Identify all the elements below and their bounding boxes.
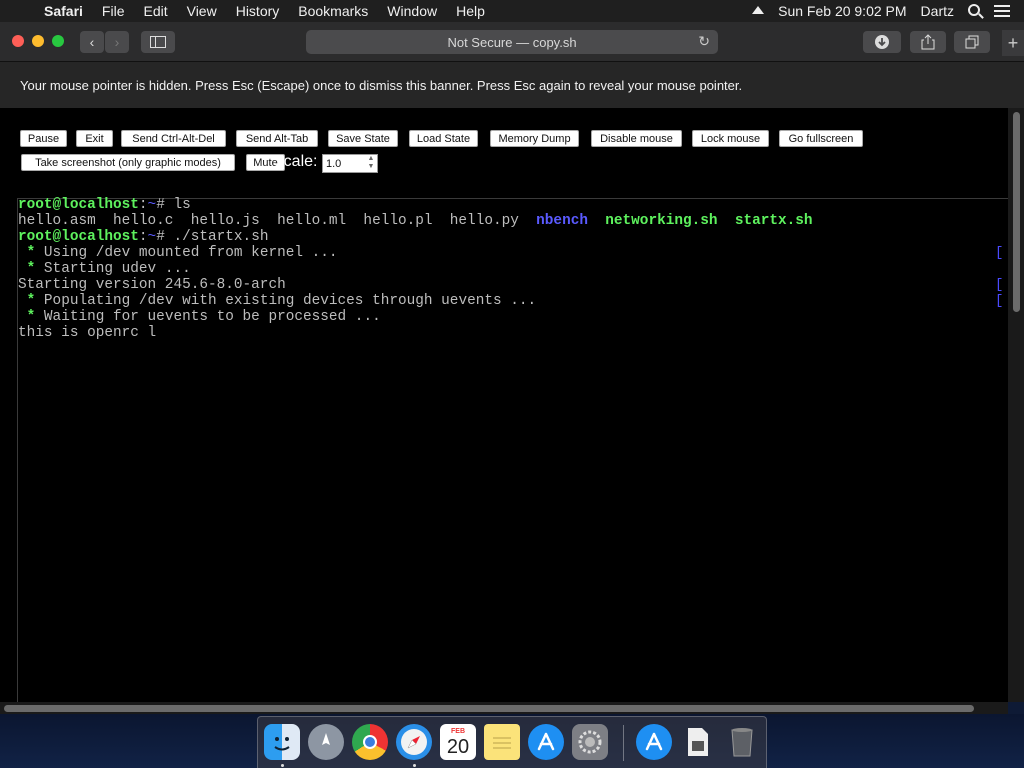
tab-overview-button[interactable] xyxy=(954,31,990,53)
prompt-host: root@localhost xyxy=(18,197,139,213)
vertical-scroll-thumb[interactable] xyxy=(1013,112,1020,312)
terminal-line-3: root@localhost:~# ./startx.sh xyxy=(18,229,269,245)
dock: FEB 20 xyxy=(257,716,767,768)
calendar-month: FEB xyxy=(451,727,465,735)
plus-icon: + xyxy=(1007,32,1019,53)
calendar-icon[interactable]: FEB 20 xyxy=(440,724,476,760)
launchpad-icon[interactable] xyxy=(308,724,344,760)
menu-bar: Safari File Edit View History Bookmarks … xyxy=(0,0,1024,22)
file-list: hello.asm hello.c hello.js hello.ml hell… xyxy=(18,213,537,229)
pause-button[interactable]: Pause xyxy=(20,130,67,147)
share-button[interactable] xyxy=(910,31,946,53)
menu-window[interactable]: Window xyxy=(387,3,437,19)
menu-history[interactable]: History xyxy=(236,3,280,19)
menu-edit[interactable]: Edit xyxy=(143,3,167,19)
back-button[interactable]: ‹ xyxy=(80,31,104,53)
status-bracket: [ xyxy=(995,277,1004,293)
take-screenshot-button[interactable]: Take screenshot (only graphic modes) xyxy=(21,154,235,171)
sidebar-toggle-button[interactable] xyxy=(141,31,175,53)
disable-mouse-button[interactable]: Disable mouse xyxy=(591,130,682,147)
app-store-icon[interactable] xyxy=(528,724,564,760)
terminal-line-5: * Starting udev ... xyxy=(18,261,191,277)
terminal-line-7: * Populating /dev with existing devices … xyxy=(18,293,1004,309)
address-text: Not Secure — copy.sh xyxy=(447,34,577,50)
eject-icon[interactable] xyxy=(752,6,765,14)
dir-nbench: nbench xyxy=(536,213,588,229)
minimize-window-button[interactable] xyxy=(32,35,44,47)
save-state-button[interactable]: Save State xyxy=(328,130,398,147)
chevron-right-icon: › xyxy=(114,34,120,50)
calendar-day: 20 xyxy=(446,735,470,758)
close-window-button[interactable] xyxy=(12,35,24,47)
menu-clock[interactable]: Sun Feb 20 9:02 PM xyxy=(778,3,906,19)
trash-icon[interactable] xyxy=(724,724,760,760)
lock-mouse-button[interactable]: Lock mouse xyxy=(692,130,769,147)
terminal-output: root@localhost:~# ls hello.asm hello.c he… xyxy=(18,197,1008,341)
terminal-line-1: root@localhost:~# ls xyxy=(18,197,191,213)
finder-running-dot xyxy=(281,764,284,767)
finder-icon[interactable] xyxy=(264,724,300,760)
menu-user[interactable]: Dartz xyxy=(921,3,954,19)
dock-separator xyxy=(623,725,624,761)
exit-button[interactable]: Exit xyxy=(76,130,113,147)
menu-view[interactable]: View xyxy=(187,3,217,19)
menu-app-name[interactable]: Safari xyxy=(44,3,83,19)
chevron-left-icon: ‹ xyxy=(89,34,95,50)
memory-dump-button[interactable]: Memory Dump xyxy=(490,130,579,147)
menu-file[interactable]: File xyxy=(102,3,125,19)
command-startx: ./startx.sh xyxy=(173,229,269,245)
exec-networking: networking.sh xyxy=(605,213,718,229)
download-icon xyxy=(875,35,889,49)
load-state-button[interactable]: Load State xyxy=(409,130,478,147)
document-stack-icon[interactable] xyxy=(680,724,716,760)
safari-icon[interactable] xyxy=(396,724,432,760)
send-alt-tab-button[interactable]: Send Alt-Tab xyxy=(236,130,318,147)
browser-toolbar: ‹ › Not Secure — copy.sh ↻ + xyxy=(0,22,1024,62)
page-content: Pause Exit Send Ctrl-Alt-Del Send Alt-Ta… xyxy=(0,108,1008,702)
status-bracket: [ xyxy=(995,245,1004,261)
pointer-lock-banner: Your mouse pointer is hidden. Press Esc … xyxy=(0,62,1024,108)
share-icon xyxy=(921,34,935,50)
status-bracket: [ xyxy=(995,293,1004,309)
horizontal-scroll-thumb[interactable] xyxy=(4,705,974,712)
go-fullscreen-button[interactable]: Go fullscreen xyxy=(779,130,863,147)
command-ls: ls xyxy=(173,197,191,213)
scale-stepper-icon[interactable]: ▲ ▼ xyxy=(366,155,376,172)
tabs-icon xyxy=(965,35,979,49)
terminal-line-6: Starting version 245.6-8.0-arch[ xyxy=(18,277,1004,293)
notes-icon[interactable] xyxy=(484,724,520,760)
terminal-line-9: this is openrc l xyxy=(18,325,157,341)
prompt-host: root@localhost xyxy=(18,229,139,245)
zoom-window-button[interactable] xyxy=(52,35,64,47)
chrome-icon[interactable] xyxy=(352,724,388,760)
vertical-scrollbar[interactable] xyxy=(1008,108,1024,702)
reload-icon[interactable]: ↻ xyxy=(698,33,710,50)
menu-help[interactable]: Help xyxy=(456,3,485,19)
banner-text: Your mouse pointer is hidden. Press Esc … xyxy=(20,77,743,93)
app-store-downloads-icon[interactable] xyxy=(636,724,672,760)
sidebar-icon xyxy=(150,36,166,48)
forward-button[interactable]: › xyxy=(105,31,129,53)
notification-center-icon[interactable] xyxy=(994,5,1010,17)
scale-label: Scale: xyxy=(273,153,318,170)
send-ctrl-alt-del-button[interactable]: Send Ctrl-Alt-Del xyxy=(121,130,226,147)
system-preferences-icon[interactable] xyxy=(572,724,608,760)
terminal-line-8: * Waiting for uevents to be processed ..… xyxy=(18,309,381,325)
spotlight-search-icon[interactable] xyxy=(968,4,980,16)
exec-startx: startx.sh xyxy=(734,213,813,229)
safari-running-dot xyxy=(413,764,416,767)
terminal-line-2: hello.asm hello.c hello.js hello.ml hell… xyxy=(18,213,1008,229)
address-bar[interactable]: Not Secure — copy.sh ↻ xyxy=(306,30,718,54)
menu-bookmarks[interactable]: Bookmarks xyxy=(298,3,368,19)
horizontal-scrollbar[interactable] xyxy=(0,702,1008,714)
new-tab-button[interactable]: + xyxy=(1002,30,1024,56)
downloads-button[interactable] xyxy=(863,31,901,53)
terminal-line-4: * Using /dev mounted from kernel ...[ xyxy=(18,245,1004,261)
